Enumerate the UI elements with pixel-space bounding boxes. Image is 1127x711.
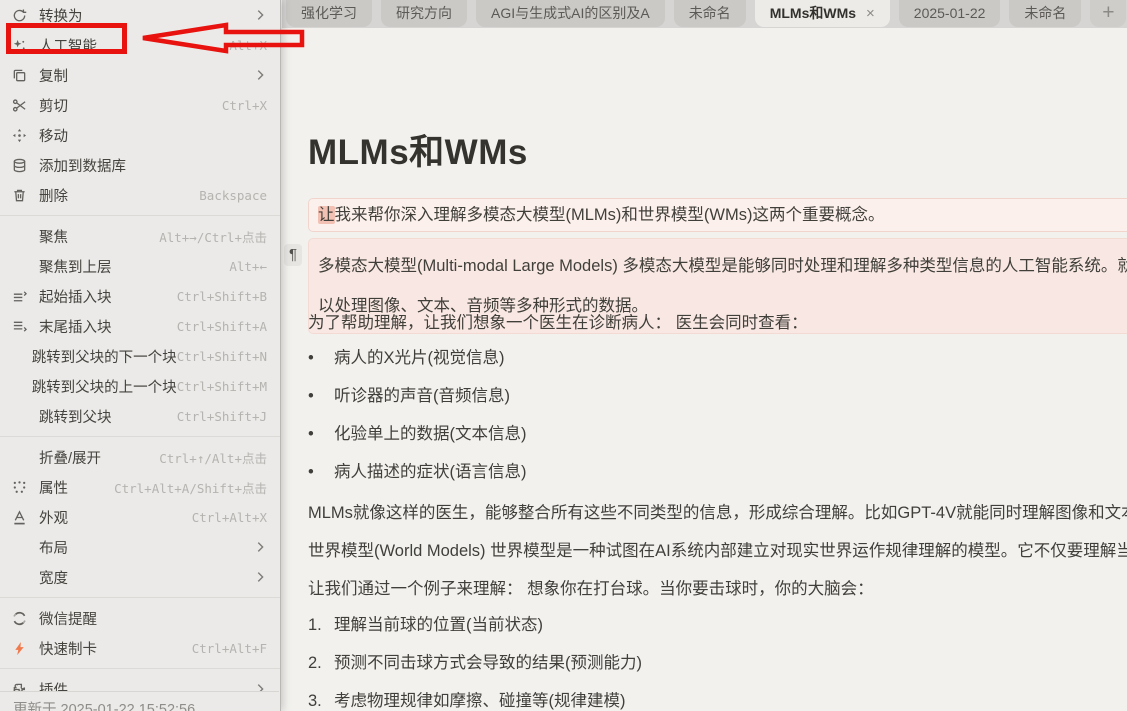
- tab-agi-vs-genai[interactable]: AGI与生成式AI的区别及A: [476, 0, 665, 27]
- tab-mlms-wms-active[interactable]: MLMs和WMs ×: [755, 0, 890, 27]
- tab-label: 未命名: [1024, 3, 1066, 23]
- insert-end-icon: [12, 319, 39, 334]
- block-context-menu: 转换为 人工智能 Alt+X 复制 剪切 Ctrl+X 移动: [0, 0, 281, 711]
- list-item-text: 预测不同击球方式会导致的结果(预测能力): [334, 654, 642, 672]
- list-item[interactable]: 3.考虑物理规律如摩擦、碰撞等(规律建模): [308, 690, 626, 711]
- bullet-icon: •: [308, 423, 334, 445]
- paragraph-text: 多模态大模型(Multi-modal Large Models) 多模态大模型是…: [318, 246, 1127, 286]
- convert-icon: [12, 8, 39, 23]
- menu-item-cut[interactable]: 剪切 Ctrl+X: [0, 90, 280, 120]
- move-icon: [12, 128, 39, 143]
- list-item[interactable]: •病人的X光片(视觉信息): [308, 347, 505, 369]
- menu-item-appearance[interactable]: 外观 Ctrl+Alt+X: [0, 502, 280, 532]
- tab-label: 未命名: [689, 3, 731, 23]
- chevron-right-icon: [253, 8, 267, 22]
- menu-divider: [0, 436, 280, 437]
- paragraph-mlms-doctor[interactable]: MLMs就像这样的医生，能够整合所有这些不同类型的信息，形成综合理解。比如GPT…: [308, 502, 1127, 524]
- tab-research-direction[interactable]: 研究方向: [381, 0, 467, 27]
- trash-icon: [12, 188, 39, 203]
- list-item[interactable]: 2.预测不同击球方式会导致的结果(预测能力): [308, 652, 642, 674]
- paragraph-highlighted-intro[interactable]: 让我来帮你深入理解多模态大模型(MLMs)和世界模型(WMs)这两个重要概念。: [308, 198, 1127, 232]
- paragraph-gutter-icon[interactable]: ¶: [284, 244, 302, 266]
- insert-start-icon: [12, 289, 39, 304]
- ordered-number: 2.: [308, 652, 334, 674]
- annotation-arrow-icon: [139, 21, 307, 55]
- attributes-icon: [12, 480, 39, 495]
- bullet-icon: •: [308, 347, 334, 369]
- menu-item-wechat-reminder[interactable]: 微信提醒: [0, 603, 280, 633]
- ordered-number: 3.: [308, 690, 334, 711]
- tab-label: AGI与生成式AI的区别及A: [491, 3, 650, 23]
- editor-area: ¶ MLMs和WMs 让我来帮你深入理解多模态大模型(MLMs)和世界模型(WM…: [282, 28, 1127, 711]
- paragraph-billiards-intro[interactable]: 让我们通过一个例子来理解： 想象你在打台球。当你要击球时，你的大脑会：: [308, 578, 874, 600]
- list-item[interactable]: •病人描述的症状(语言信息): [308, 461, 527, 483]
- new-tab-button[interactable]: +: [1090, 0, 1126, 27]
- document: MLMs和WMs 让我来帮你深入理解多模态大模型(MLMs)和世界模型(WMs)…: [308, 28, 1127, 175]
- tab-label: MLMs和WMs: [770, 3, 856, 23]
- tab-untitled-2[interactable]: 未命名: [1009, 0, 1081, 27]
- chevron-right-icon: [253, 570, 267, 584]
- tab-2025-01-22[interactable]: 2025-01-22: [899, 0, 1001, 27]
- list-item-text: 病人描述的症状(语言信息): [334, 463, 527, 481]
- menu-item-focus-parent[interactable]: 聚焦到上层 Alt+←: [0, 251, 280, 281]
- scissors-icon: [12, 98, 39, 113]
- flashcard-icon: [12, 641, 39, 656]
- menu-item-jump-prev-sibling[interactable]: 跳转到父块的上一个块 Ctrl+Shift+M: [0, 371, 280, 401]
- annotation-highlight-box: [6, 23, 127, 54]
- menu-item-quick-flashcard[interactable]: 快速制卡 Ctrl+Alt+F: [0, 633, 280, 663]
- menu-item-focus[interactable]: 聚焦 Alt+→/Ctrl+点击: [0, 221, 280, 251]
- menu-item-fold-unfold[interactable]: 折叠/展开 Ctrl+↑/Alt+点击: [0, 442, 280, 472]
- bullet-icon: •: [308, 461, 334, 483]
- chevron-right-icon: [253, 68, 267, 82]
- menu-item-insert-block-start[interactable]: 起始插入块 Ctrl+Shift+B: [0, 281, 280, 311]
- appearance-icon: [12, 510, 39, 525]
- list-item-text: 考虑物理规律如摩擦、碰撞等(规律建模): [334, 692, 626, 710]
- menu-item-copy[interactable]: 复制: [0, 60, 280, 90]
- menu-item-insert-block-end[interactable]: 末尾插入块 Ctrl+Shift+A: [0, 311, 280, 341]
- updated-timestamp: 更新于 2025-01-22 15:52:56: [0, 691, 279, 711]
- paragraph-text: 我来帮你深入理解多模态大模型(MLMs)和世界模型(WMs)这两个重要概念。: [335, 206, 885, 224]
- list-item-text: 病人的X光片(视觉信息): [334, 349, 505, 367]
- close-tab-icon[interactable]: ×: [866, 5, 875, 22]
- tab-label: 2025-01-22: [914, 5, 986, 21]
- wechat-reminder-icon: [12, 611, 39, 626]
- bullet-icon: •: [308, 385, 334, 407]
- menu-item-jump-next-sibling[interactable]: 跳转到父块的下一个块 Ctrl+Shift+N: [0, 341, 280, 371]
- list-item[interactable]: 1.理解当前球的位置(当前状态): [308, 614, 543, 636]
- chevron-right-icon: [253, 540, 267, 554]
- menu-divider: [0, 597, 280, 598]
- menu-item-jump-parent[interactable]: 跳转到父块 Ctrl+Shift+J: [0, 401, 280, 431]
- paragraph-world-models[interactable]: 世界模型(World Models) 世界模型是一种试图在AI系统内部建立对现实…: [308, 540, 1127, 562]
- selected-character: 让: [318, 206, 335, 224]
- menu-divider: [0, 668, 280, 669]
- menu-item-attributes[interactable]: 属性 Ctrl+Alt+A/Shift+点击: [0, 472, 280, 502]
- menu-item-add-to-database[interactable]: 添加到数据库: [0, 150, 280, 180]
- list-item-text: 听诊器的声音(音频信息): [334, 387, 510, 405]
- list-item[interactable]: •化验单上的数据(文本信息): [308, 423, 527, 445]
- menu-item-layout[interactable]: 布局: [0, 532, 280, 562]
- list-item-text: 理解当前球的位置(当前状态): [334, 616, 543, 634]
- document-title[interactable]: MLMs和WMs: [308, 124, 1127, 175]
- tab-untitled-1[interactable]: 未命名: [674, 0, 746, 27]
- list-item-text: 化验单上的数据(文本信息): [334, 425, 527, 443]
- database-icon: [12, 158, 39, 173]
- menu-item-width[interactable]: 宽度: [0, 562, 280, 592]
- menu-item-move[interactable]: 移动: [0, 120, 280, 150]
- menu-item-delete[interactable]: 删除 Backspace: [0, 180, 280, 210]
- paragraph-doctor-intro[interactable]: 为了帮助理解，让我们想象一个医生在诊断病人： 医生会同时查看：: [308, 312, 808, 334]
- ordered-number: 1.: [308, 614, 334, 636]
- menu-divider: [0, 215, 280, 216]
- copy-icon: [12, 68, 39, 83]
- tab-label: 研究方向: [396, 3, 452, 23]
- tab-bar: 强化学习 研究方向 AGI与生成式AI的区别及A 未命名 MLMs和WMs × …: [282, 0, 1127, 28]
- list-item[interactable]: •听诊器的声音(音频信息): [308, 385, 510, 407]
- tab-label: 强化学习: [301, 3, 357, 23]
